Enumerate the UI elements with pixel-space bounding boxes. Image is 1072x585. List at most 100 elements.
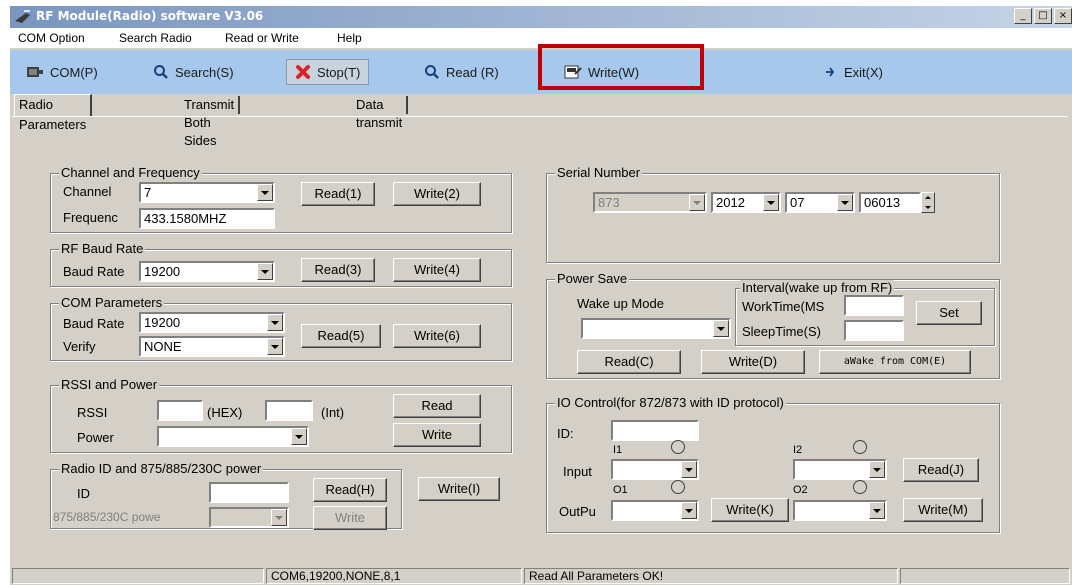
rssi-read-button[interactable]: Read xyxy=(393,394,481,418)
rssi-write-button[interactable]: Write xyxy=(393,423,481,447)
power-label: Power xyxy=(77,430,114,445)
search-icon xyxy=(154,65,168,79)
chevron-down-icon[interactable] xyxy=(267,314,283,331)
chevron-down-icon[interactable] xyxy=(257,263,273,280)
radio-power-label: 875/885/230C powe xyxy=(53,510,161,524)
serial-month-select[interactable]: 07 xyxy=(785,192,855,213)
o2-label: O2 xyxy=(793,484,808,496)
io-write-m-button[interactable]: Write(M) xyxy=(903,498,983,522)
input2-select[interactable] xyxy=(793,459,887,480)
chevron-down-icon[interactable] xyxy=(869,502,885,519)
menu-search-radio[interactable]: Search Radio xyxy=(119,31,192,45)
chevron-down-icon[interactable] xyxy=(837,194,853,211)
output1-select[interactable] xyxy=(611,500,699,521)
power-write-button[interactable]: Write(D) xyxy=(701,350,805,374)
title-bar[interactable]: RF Module(Radio) software V3.06 _ □ × xyxy=(10,6,1072,28)
rf-baud-read-button[interactable]: Read(3) xyxy=(301,258,375,282)
exit-arrow-icon xyxy=(826,67,835,77)
chevron-down-icon[interactable] xyxy=(681,502,697,519)
stop-button-label: Stop(T) xyxy=(317,64,361,80)
set-button[interactable]: Set xyxy=(916,301,982,325)
com-write-button[interactable]: Write(6) xyxy=(393,324,481,348)
radio-id-write-button[interactable]: Write(I) xyxy=(418,477,500,501)
int-label: (Int) xyxy=(321,405,345,420)
channel-write-button[interactable]: Write(2) xyxy=(393,182,481,206)
rssi-int-field[interactable] xyxy=(265,400,313,421)
status-pane-empty xyxy=(12,568,264,584)
chevron-down-icon[interactable] xyxy=(713,320,729,337)
rssi-hex-field[interactable] xyxy=(157,400,203,421)
sleeptime-label: SleepTime(S) xyxy=(742,324,821,339)
io-id-field[interactable] xyxy=(611,420,699,441)
tab-radio-parameters[interactable]: Radio Parameters xyxy=(14,94,93,132)
o1-indicator xyxy=(671,480,685,494)
menu-com-option[interactable]: COM Option xyxy=(18,31,85,45)
com-params-title: COM Parameters xyxy=(59,295,165,310)
o1-label: O1 xyxy=(613,484,628,496)
tab-transmit-both-sides[interactable]: Transmit Both Sides xyxy=(180,96,241,148)
minimize-button[interactable]: _ xyxy=(1014,8,1032,24)
i1-label: I1 xyxy=(613,444,623,456)
write-highlight-box xyxy=(538,44,704,90)
power-select[interactable] xyxy=(157,426,309,447)
i2-label: I2 xyxy=(793,444,803,456)
wake-from-com-button[interactable]: aWake from COM(E) xyxy=(819,350,971,374)
com-baud-select[interactable]: 19200 xyxy=(139,312,285,333)
chevron-down-icon[interactable] xyxy=(869,461,885,478)
chevron-down-icon[interactable] xyxy=(271,509,287,526)
radio-power-write-button[interactable]: Write xyxy=(313,506,387,530)
worktime-field[interactable] xyxy=(844,295,904,316)
frequency-field[interactable]: 433.1580MHZ xyxy=(139,208,275,229)
channel-read-button[interactable]: Read(1) xyxy=(301,182,375,206)
serial-model-select[interactable]: 873 xyxy=(593,192,707,213)
sleeptime-field[interactable] xyxy=(844,320,904,341)
io-write-k-button[interactable]: Write(K) xyxy=(711,498,789,522)
serial-number-field[interactable]: 06013 xyxy=(859,192,921,213)
verify-select[interactable]: NONE xyxy=(139,336,285,357)
tab-data-transmit[interactable]: Data transmit xyxy=(352,96,409,130)
channel-select[interactable]: 7 xyxy=(139,182,275,203)
serial-year-select[interactable]: 2012 xyxy=(711,192,781,213)
channel-value: 7 xyxy=(144,185,152,200)
status-port: COM6,19200,NONE,8,1 xyxy=(266,568,522,584)
input1-select[interactable] xyxy=(611,459,699,480)
com-button[interactable]: COM(P) xyxy=(26,60,98,84)
chevron-down-icon[interactable] xyxy=(291,428,307,445)
chevron-down-icon[interactable] xyxy=(763,194,779,211)
radio-id-read-button[interactable]: Read(H) xyxy=(313,478,387,502)
channel-frequency-group: Channel and Frequency Channel 7 Frequenc… xyxy=(50,165,512,233)
rf-baud-group: RF Baud Rate Baud Rate 19200 Read(3) Wri… xyxy=(50,241,512,287)
io-control-title: IO Control(for 872/873 with ID protocol) xyxy=(555,395,786,410)
io-read-button[interactable]: Read(J) xyxy=(903,458,979,482)
stop-icon xyxy=(296,65,310,79)
io-control-group: IO Control(for 872/873 with ID protocol)… xyxy=(546,395,1000,533)
i2-indicator xyxy=(853,440,867,454)
serial-number-title: Serial Number xyxy=(555,165,643,180)
rssi-power-group: RSSI and Power RSSI (HEX) (Int) Power Re… xyxy=(50,377,512,453)
menu-help[interactable]: Help xyxy=(337,31,362,45)
radio-id-field[interactable] xyxy=(209,482,289,503)
radio-power-select[interactable] xyxy=(209,507,289,528)
read-button[interactable]: Read (R) xyxy=(424,60,499,84)
rf-baud-select[interactable]: 19200 xyxy=(139,261,275,282)
rf-baud-write-button[interactable]: Write(4) xyxy=(393,258,481,282)
menu-read-or-write[interactable]: Read or Write xyxy=(225,31,299,45)
chevron-down-icon[interactable] xyxy=(689,194,705,211)
search-button[interactable]: Search(S) xyxy=(153,60,234,84)
close-button[interactable]: × xyxy=(1054,8,1072,24)
stop-button[interactable]: Stop(T) xyxy=(286,59,370,85)
serial-spin-buttons[interactable] xyxy=(921,192,935,213)
chevron-down-icon[interactable] xyxy=(257,184,273,201)
com-params-group: COM Parameters Baud Rate 19200 Verify NO… xyxy=(50,295,512,361)
exit-button[interactable]: Exit(X) xyxy=(824,60,883,84)
power-save-title: Power Save xyxy=(555,271,630,286)
chevron-down-icon[interactable] xyxy=(681,461,697,478)
power-read-button[interactable]: Read(C) xyxy=(577,350,681,374)
wake-mode-select[interactable] xyxy=(581,318,731,339)
rssi-power-title: RSSI and Power xyxy=(59,377,160,392)
output2-select[interactable] xyxy=(793,500,887,521)
chevron-down-icon[interactable] xyxy=(267,338,283,355)
maximize-button[interactable]: □ xyxy=(1034,8,1052,24)
com-read-button[interactable]: Read(5) xyxy=(301,324,381,348)
read-magnifier-icon xyxy=(425,65,439,79)
